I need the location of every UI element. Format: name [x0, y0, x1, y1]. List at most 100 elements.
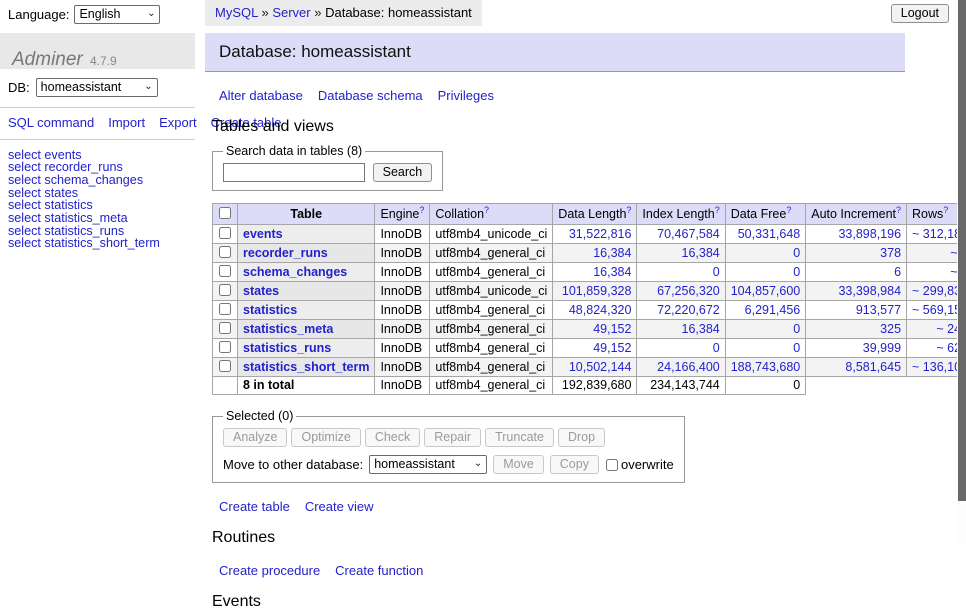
- data-length-link[interactable]: 31,522,816: [569, 227, 632, 241]
- app-brand: Adminer 4.7.9: [0, 33, 195, 69]
- data-length-link[interactable]: 49,152: [593, 322, 631, 336]
- overwrite-checkbox[interactable]: [606, 459, 618, 471]
- database-action-link[interactable]: Privileges: [438, 88, 494, 103]
- table-name-link[interactable]: statistics_runs: [243, 341, 331, 355]
- table-name-link[interactable]: schema_changes: [243, 265, 347, 279]
- table-row: statistics_short_termInnoDButf8mb4_gener…: [213, 358, 966, 377]
- row-checkbox[interactable]: [219, 227, 231, 239]
- auto-increment-link[interactable]: 325: [880, 322, 901, 336]
- row-checkbox[interactable]: [219, 303, 231, 315]
- help-link[interactable]: ?: [896, 204, 901, 214]
- create-table-link[interactable]: Create table: [219, 499, 290, 514]
- table-name-link[interactable]: statistics: [243, 303, 297, 317]
- repair-button[interactable]: Repair: [424, 428, 481, 447]
- search-button[interactable]: Search: [373, 163, 433, 182]
- data-length-link[interactable]: 49,152: [593, 341, 631, 355]
- data-free-link[interactable]: 0: [793, 246, 800, 260]
- data-free-link[interactable]: 6,291,456: [745, 303, 801, 317]
- copy-button[interactable]: Copy: [550, 455, 599, 474]
- auto-increment-cell: 8,581,645: [806, 358, 907, 377]
- sidebar-action-link[interactable]: Import: [108, 115, 145, 130]
- data-length-link[interactable]: 10,502,144: [569, 360, 632, 374]
- auto-increment-link[interactable]: 8,581,645: [845, 360, 901, 374]
- sidebar-action-link[interactable]: Export: [159, 115, 197, 130]
- auto-increment-link[interactable]: 39,999: [863, 341, 901, 355]
- auto-increment-link[interactable]: 33,398,984: [838, 284, 901, 298]
- index-length-link[interactable]: 70,467,584: [657, 227, 720, 241]
- breadcrumb-item[interactable]: MySQL: [215, 5, 258, 20]
- table-name-link[interactable]: events: [243, 227, 283, 241]
- auto-increment-link[interactable]: 33,898,196: [838, 227, 901, 241]
- breadcrumb-item[interactable]: Server: [272, 5, 310, 20]
- optimize-button[interactable]: Optimize: [291, 428, 360, 447]
- data-length-link[interactable]: 48,824,320: [569, 303, 632, 317]
- row-checkbox[interactable]: [219, 322, 231, 334]
- auto-increment-cell: 33,398,984: [806, 282, 907, 301]
- sidebar-action-link[interactable]: SQL command: [8, 115, 94, 130]
- auto-increment-link[interactable]: 378: [880, 246, 901, 260]
- index-length-link[interactable]: 0: [713, 341, 720, 355]
- logout-button[interactable]: Logout: [891, 4, 949, 23]
- sidebar-table-link[interactable]: select statistics_short_term: [8, 237, 187, 250]
- index-length-link[interactable]: 16,384: [682, 322, 720, 336]
- truncate-button[interactable]: Truncate: [485, 428, 554, 447]
- data-free-link[interactable]: 0: [793, 265, 800, 279]
- data-length-cell: 10,502,144: [553, 358, 637, 377]
- row-checkbox[interactable]: [219, 360, 231, 372]
- collation-cell: utf8mb4_general_ci: [430, 301, 553, 320]
- database-action-link[interactable]: Database schema: [318, 88, 423, 103]
- sidebar-table-link[interactable]: select statistics_meta: [8, 212, 187, 225]
- db-select[interactable]: homeassistant: [36, 78, 158, 97]
- analyze-button[interactable]: Analyze: [223, 428, 287, 447]
- move-db-select[interactable]: homeassistant: [369, 455, 487, 474]
- auto-increment-cell: 325: [806, 320, 907, 339]
- help-link[interactable]: ?: [484, 204, 489, 214]
- data-length-link[interactable]: 16,384: [593, 265, 631, 279]
- selected-legend: Selected (0): [223, 409, 296, 423]
- help-link[interactable]: ?: [943, 204, 948, 214]
- select-all-checkbox[interactable]: [219, 207, 231, 219]
- index-length-link[interactable]: 0: [713, 265, 720, 279]
- search-legend: Search data in tables (8): [223, 144, 365, 158]
- help-link[interactable]: ?: [419, 204, 424, 214]
- index-length-link[interactable]: 72,220,672: [657, 303, 720, 317]
- index-length-cell: 72,220,672: [637, 301, 725, 320]
- scrollbar-thumb[interactable]: [958, 0, 966, 501]
- table-name-link[interactable]: states: [243, 284, 279, 298]
- table-name-link[interactable]: statistics_meta: [243, 322, 333, 336]
- table-row: statistics_metaInnoDButf8mb4_general_ci4…: [213, 320, 966, 339]
- drop-button[interactable]: Drop: [558, 428, 605, 447]
- data-length-link[interactable]: 16,384: [593, 246, 631, 260]
- index-length-link[interactable]: 67,256,320: [657, 284, 720, 298]
- sidebar-table-link[interactable]: select schema_changes: [8, 174, 187, 187]
- language-select[interactable]: English: [74, 5, 160, 24]
- row-checkbox[interactable]: [219, 284, 231, 296]
- move-button[interactable]: Move: [493, 455, 544, 474]
- sidebar-table-link[interactable]: select recorder_runs: [8, 161, 187, 174]
- row-checkbox[interactable]: [219, 341, 231, 353]
- help-link[interactable]: ?: [715, 204, 720, 214]
- check-button[interactable]: Check: [365, 428, 420, 447]
- search-input[interactable]: [223, 163, 365, 182]
- auto-increment-link[interactable]: 6: [894, 265, 901, 279]
- data-free-link[interactable]: 0: [793, 322, 800, 336]
- data-free-link[interactable]: 0: [793, 341, 800, 355]
- help-link[interactable]: ?: [786, 204, 791, 214]
- row-checkbox[interactable]: [219, 246, 231, 258]
- create-function-link[interactable]: Create function: [335, 563, 423, 578]
- create-view-link[interactable]: Create view: [305, 499, 374, 514]
- table-name-link[interactable]: statistics_short_term: [243, 360, 369, 374]
- create-procedure-link[interactable]: Create procedure: [219, 563, 320, 578]
- help-link[interactable]: ?: [626, 204, 631, 214]
- row-checkbox[interactable]: [219, 265, 231, 277]
- data-free-link[interactable]: 188,743,680: [731, 360, 801, 374]
- index-length-link[interactable]: 16,384: [682, 246, 720, 260]
- vertical-scrollbar[interactable]: [957, 0, 966, 543]
- table-name-link[interactable]: recorder_runs: [243, 246, 328, 260]
- index-length-link[interactable]: 24,166,400: [657, 360, 720, 374]
- data-length-link[interactable]: 101,859,328: [562, 284, 632, 298]
- database-action-link[interactable]: Alter database: [219, 88, 303, 103]
- data-free-link[interactable]: 104,857,600: [731, 284, 801, 298]
- auto-increment-link[interactable]: 913,577: [856, 303, 901, 317]
- data-free-link[interactable]: 50,331,648: [738, 227, 801, 241]
